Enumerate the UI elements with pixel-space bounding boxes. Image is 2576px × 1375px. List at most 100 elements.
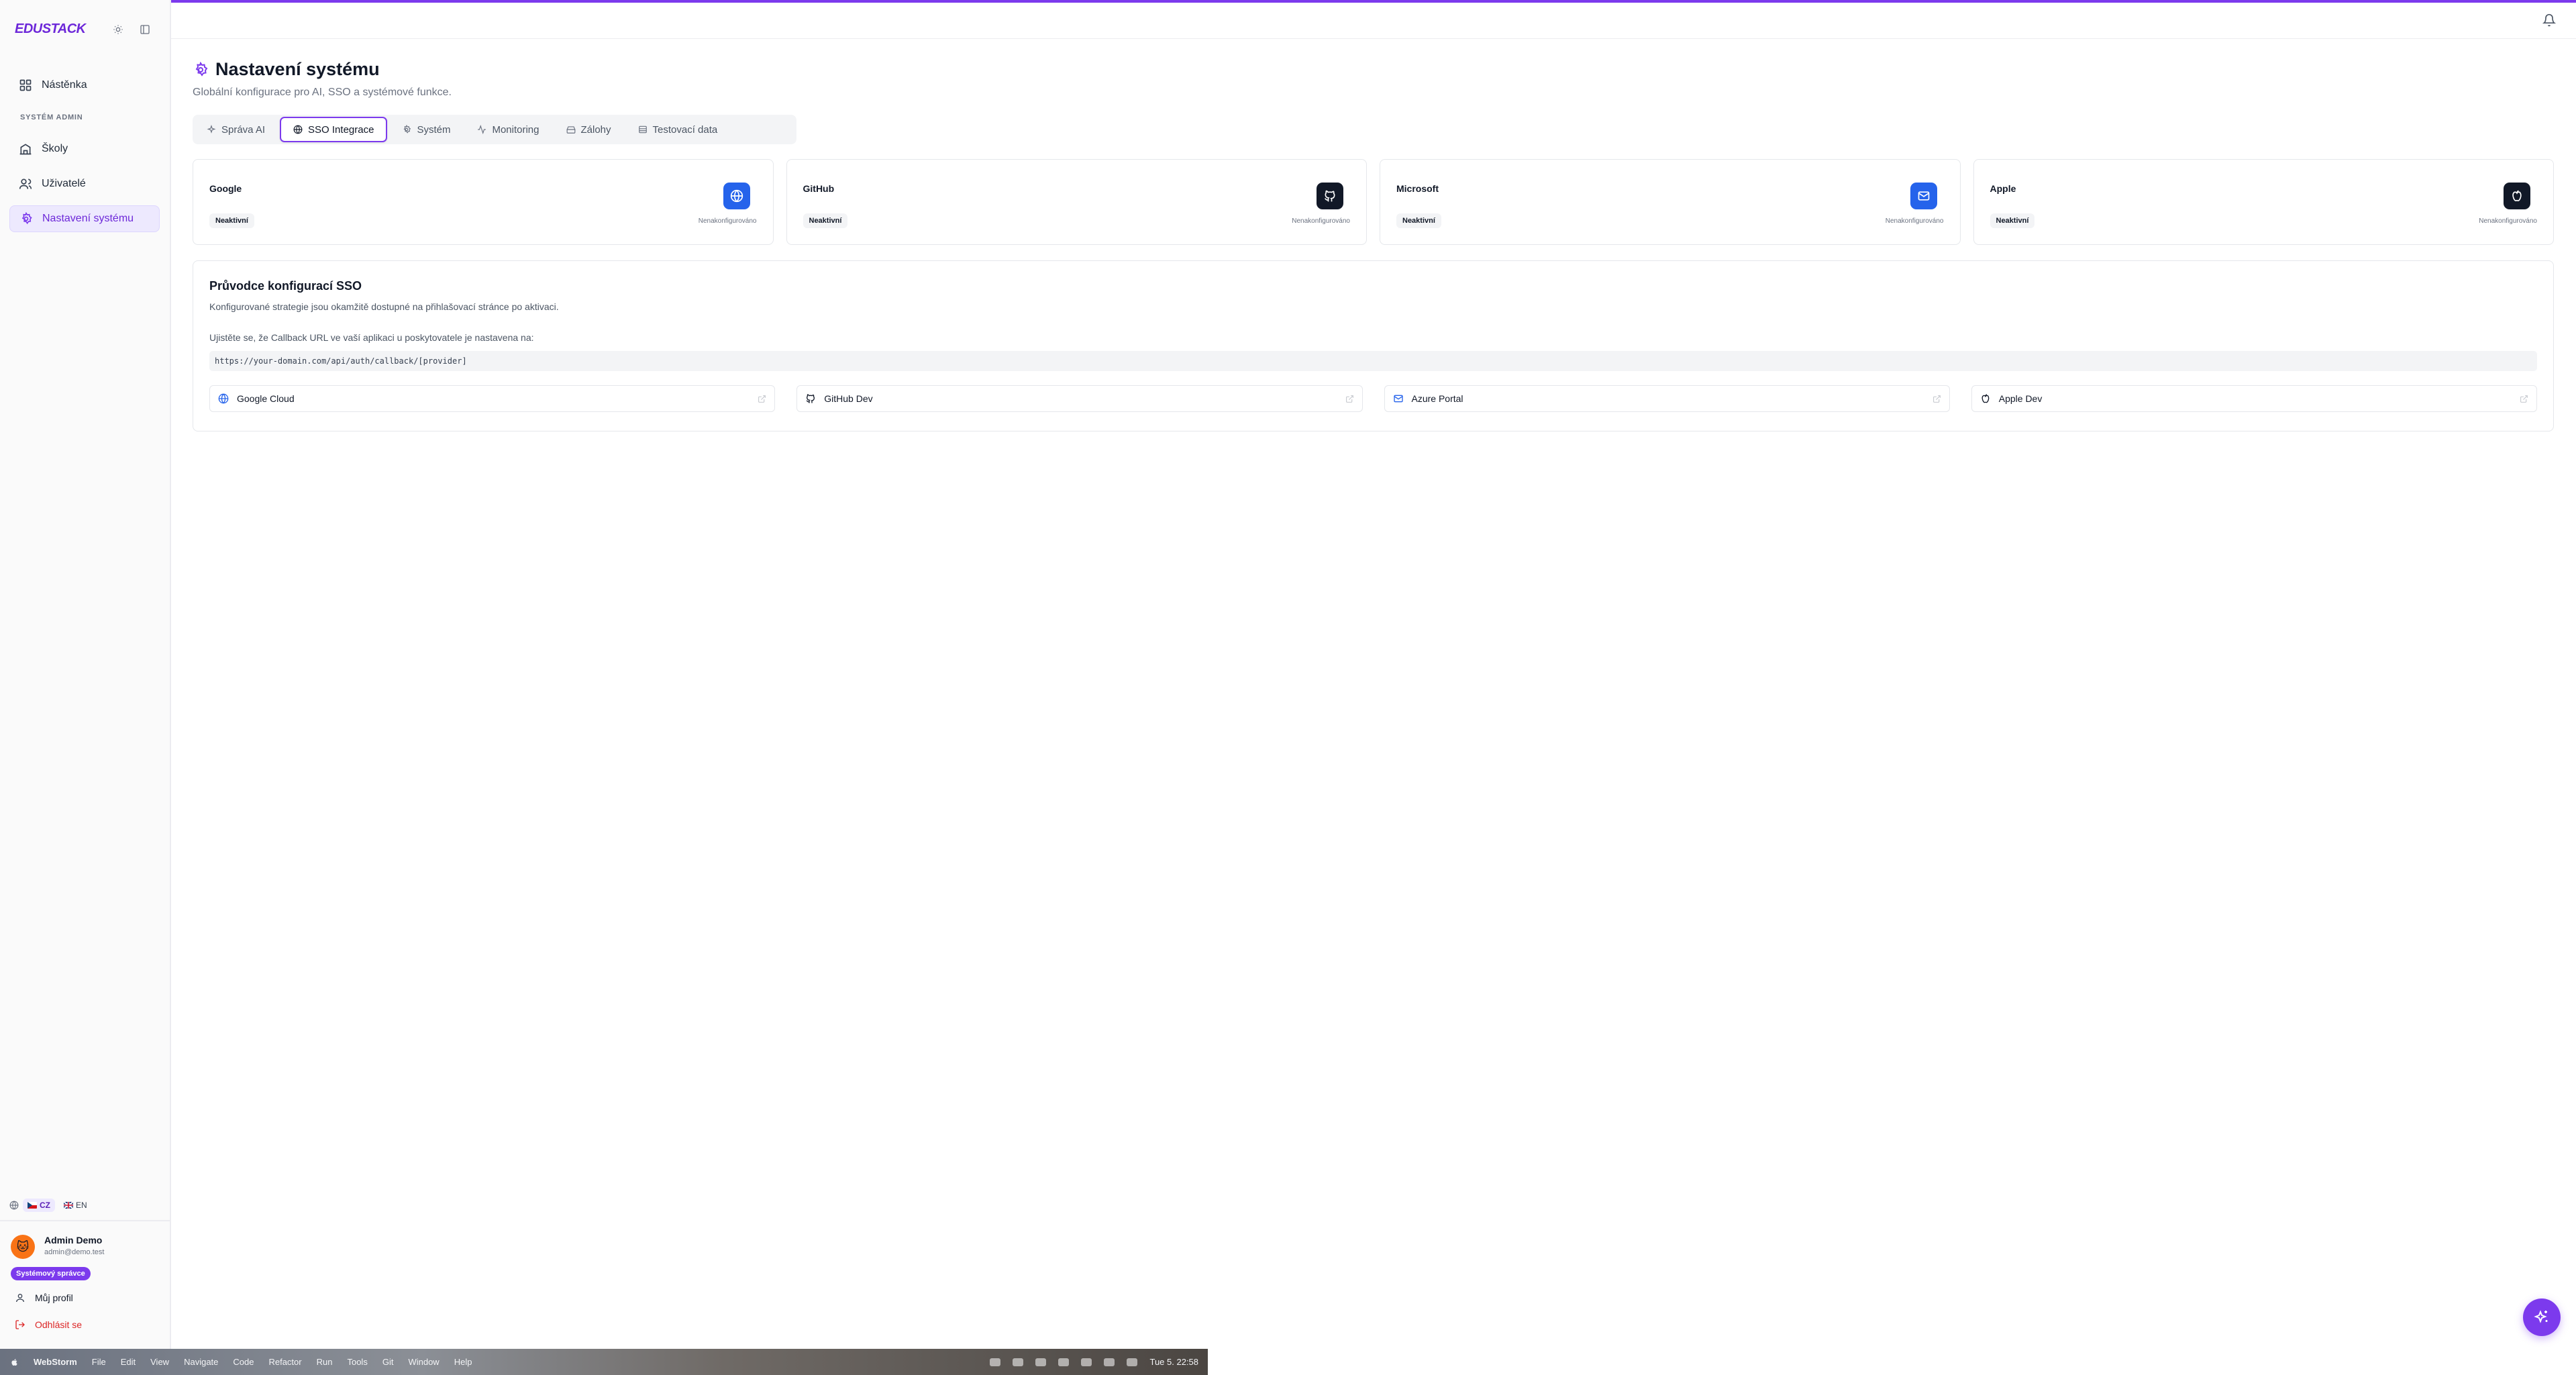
menubar-item-window[interactable]: Window: [408, 1357, 439, 1367]
sidebar-item-schools[interactable]: Školy: [9, 136, 160, 162]
logout-icon: [15, 1319, 25, 1330]
lang-en-button[interactable]: EN: [59, 1199, 92, 1212]
apple-icon: [2504, 183, 2530, 209]
external-link-icon: [758, 395, 766, 403]
role-badge: Systémový správce: [11, 1267, 91, 1280]
provider-name: Google: [209, 183, 242, 194]
link-label: GitHub Dev: [824, 393, 873, 404]
user-panel: 🐱 Admin Demo admin@demo.test Systémový s…: [0, 1220, 170, 1349]
mail-icon: [1393, 393, 1404, 404]
sidebar-toggle-icon[interactable]: [138, 22, 152, 37]
settings-tabs: Správa AI SSO Integrace Systém Monitorin…: [193, 115, 796, 144]
users-icon: [19, 177, 32, 191]
tray-wifi-icon[interactable]: [1104, 1358, 1115, 1366]
uk-flag-icon: [64, 1202, 73, 1209]
sidebar-item-users[interactable]: Uživatelé: [9, 170, 160, 197]
tray-battery-icon[interactable]: [1127, 1358, 1138, 1366]
link-azure-portal[interactable]: Azure Portal: [1384, 385, 1950, 412]
apple-icon: [1980, 393, 1991, 404]
lang-en-label: EN: [76, 1201, 87, 1210]
avatar[interactable]: 🐱: [11, 1235, 35, 1259]
archive-icon: [566, 125, 576, 134]
sparkle-icon: [207, 125, 216, 134]
os-menu-bar: WebStorm File Edit View Navigate Code Re…: [0, 1349, 1208, 1375]
page-header: Nastavení systému Globální konfigurace p…: [193, 59, 452, 99]
link-apple-dev[interactable]: Apple Dev: [1971, 385, 2537, 412]
menubar-clock[interactable]: Tue 5. 22:58: [1149, 1357, 1198, 1367]
link-label: Google Cloud: [237, 393, 295, 404]
logout-link[interactable]: Odhlásit se: [15, 1319, 82, 1330]
sidebar-item-label: Nastavení systému: [42, 213, 134, 224]
tray-cloud-icon[interactable]: [1035, 1358, 1047, 1366]
tab-system[interactable]: Systém: [390, 117, 462, 142]
profile-link-label: Můj profil: [35, 1292, 73, 1303]
provider-card-microsoft[interactable]: Microsoft Neaktivní Nenakonfigurováno: [1380, 159, 1961, 245]
apple-menu-icon[interactable]: [11, 1358, 19, 1367]
menubar-item-tools[interactable]: Tools: [347, 1357, 367, 1367]
menubar-app-name[interactable]: WebStorm: [34, 1357, 77, 1367]
provider-card-apple[interactable]: Apple Neaktivní Nenakonfigurováno: [1973, 159, 2554, 245]
callback-url-code[interactable]: https://your-domain.com/api/auth/callbac…: [209, 351, 2537, 371]
tab-label: SSO Integrace: [308, 123, 374, 136]
provider-card-github[interactable]: GitHub Neaktivní Nenakonfigurováno: [786, 159, 1367, 245]
provider-config-state: Nenakonfigurováno: [2479, 217, 2537, 225]
page-subtitle: Globální konfigurace pro AI, SSO a systé…: [193, 87, 452, 98]
tray-status-icon[interactable]: [1058, 1358, 1070, 1366]
top-bar: [171, 0, 2576, 39]
tray-status-icon[interactable]: [1013, 1358, 1024, 1366]
profile-link[interactable]: Můj profil: [15, 1292, 73, 1303]
czech-flag-icon: [28, 1202, 37, 1209]
provider-console-links: Google Cloud GitHub Dev Azure Portal App…: [209, 385, 2537, 412]
menubar-item-refactor[interactable]: Refactor: [268, 1357, 301, 1367]
tray-status-icon[interactable]: [990, 1358, 1001, 1366]
sidebar: EDUSTACK Nástěnka SYSTÉM ADMIN Školy Uži…: [0, 0, 171, 1349]
brand-tools: [111, 22, 152, 37]
settings-icon: [19, 212, 33, 225]
link-github-dev[interactable]: GitHub Dev: [796, 385, 1363, 412]
bell-icon[interactable]: [2542, 13, 2556, 27]
sidebar-item-dashboard[interactable]: Nástěnka: [9, 72, 160, 99]
provider-card-google[interactable]: Google Neaktivní Nenakonfigurováno: [193, 159, 774, 245]
menubar-tray: Tue 5. 22:58: [990, 1357, 1208, 1367]
menubar-item-edit[interactable]: Edit: [121, 1357, 136, 1367]
provider-config-state: Nenakonfigurováno: [1292, 217, 1350, 225]
tab-ai[interactable]: Správa AI: [195, 117, 277, 142]
external-link-icon: [1345, 395, 1354, 403]
menubar-item-help[interactable]: Help: [454, 1357, 472, 1367]
tab-backups[interactable]: Zálohy: [554, 117, 623, 142]
sun-icon[interactable]: [111, 22, 125, 37]
tab-test-data[interactable]: Testovací data: [626, 117, 730, 142]
globe-icon: [723, 183, 750, 209]
menubar-item-run[interactable]: Run: [317, 1357, 333, 1367]
tray-status-icon[interactable]: [1081, 1358, 1092, 1366]
menubar-item-view[interactable]: View: [150, 1357, 169, 1367]
link-label: Azure Portal: [1411, 393, 1463, 404]
status-badge: Neaktivní: [1396, 213, 1441, 228]
sidebar-item-label: Uživatelé: [42, 178, 86, 189]
page-title: Nastavení systému: [193, 59, 452, 80]
activity-icon: [477, 125, 486, 134]
tab-label: Testovací data: [652, 123, 718, 136]
ai-assistant-button[interactable]: [2523, 1298, 2561, 1336]
provider-config-state: Nenakonfigurováno: [1885, 217, 1944, 225]
menubar-item-file[interactable]: File: [92, 1357, 106, 1367]
status-badge: Neaktivní: [209, 213, 254, 228]
menubar-item-git[interactable]: Git: [382, 1357, 394, 1367]
lang-cz-label: CZ: [40, 1201, 50, 1210]
tab-monitoring[interactable]: Monitoring: [465, 117, 551, 142]
sidebar-item-system-settings[interactable]: Nastavení systému: [9, 205, 160, 232]
brand-logo[interactable]: EDUSTACK: [15, 21, 86, 37]
github-icon: [805, 393, 816, 404]
school-icon: [19, 142, 32, 156]
menubar-item-code[interactable]: Code: [233, 1357, 254, 1367]
tab-sso[interactable]: SSO Integrace: [280, 117, 388, 142]
status-badge: Neaktivní: [1990, 213, 2035, 228]
lang-cz-button[interactable]: CZ: [23, 1199, 55, 1212]
guide-note: Ujistěte se, že Callback URL ve vaší apl…: [209, 332, 534, 343]
sparkle-icon: [2534, 1309, 2550, 1325]
menubar-item-navigate[interactable]: Navigate: [184, 1357, 218, 1367]
tab-label: Systém: [417, 123, 451, 136]
user-email: admin@demo.test: [44, 1248, 105, 1256]
link-google-cloud[interactable]: Google Cloud: [209, 385, 776, 412]
provider-name: GitHub: [803, 183, 835, 194]
